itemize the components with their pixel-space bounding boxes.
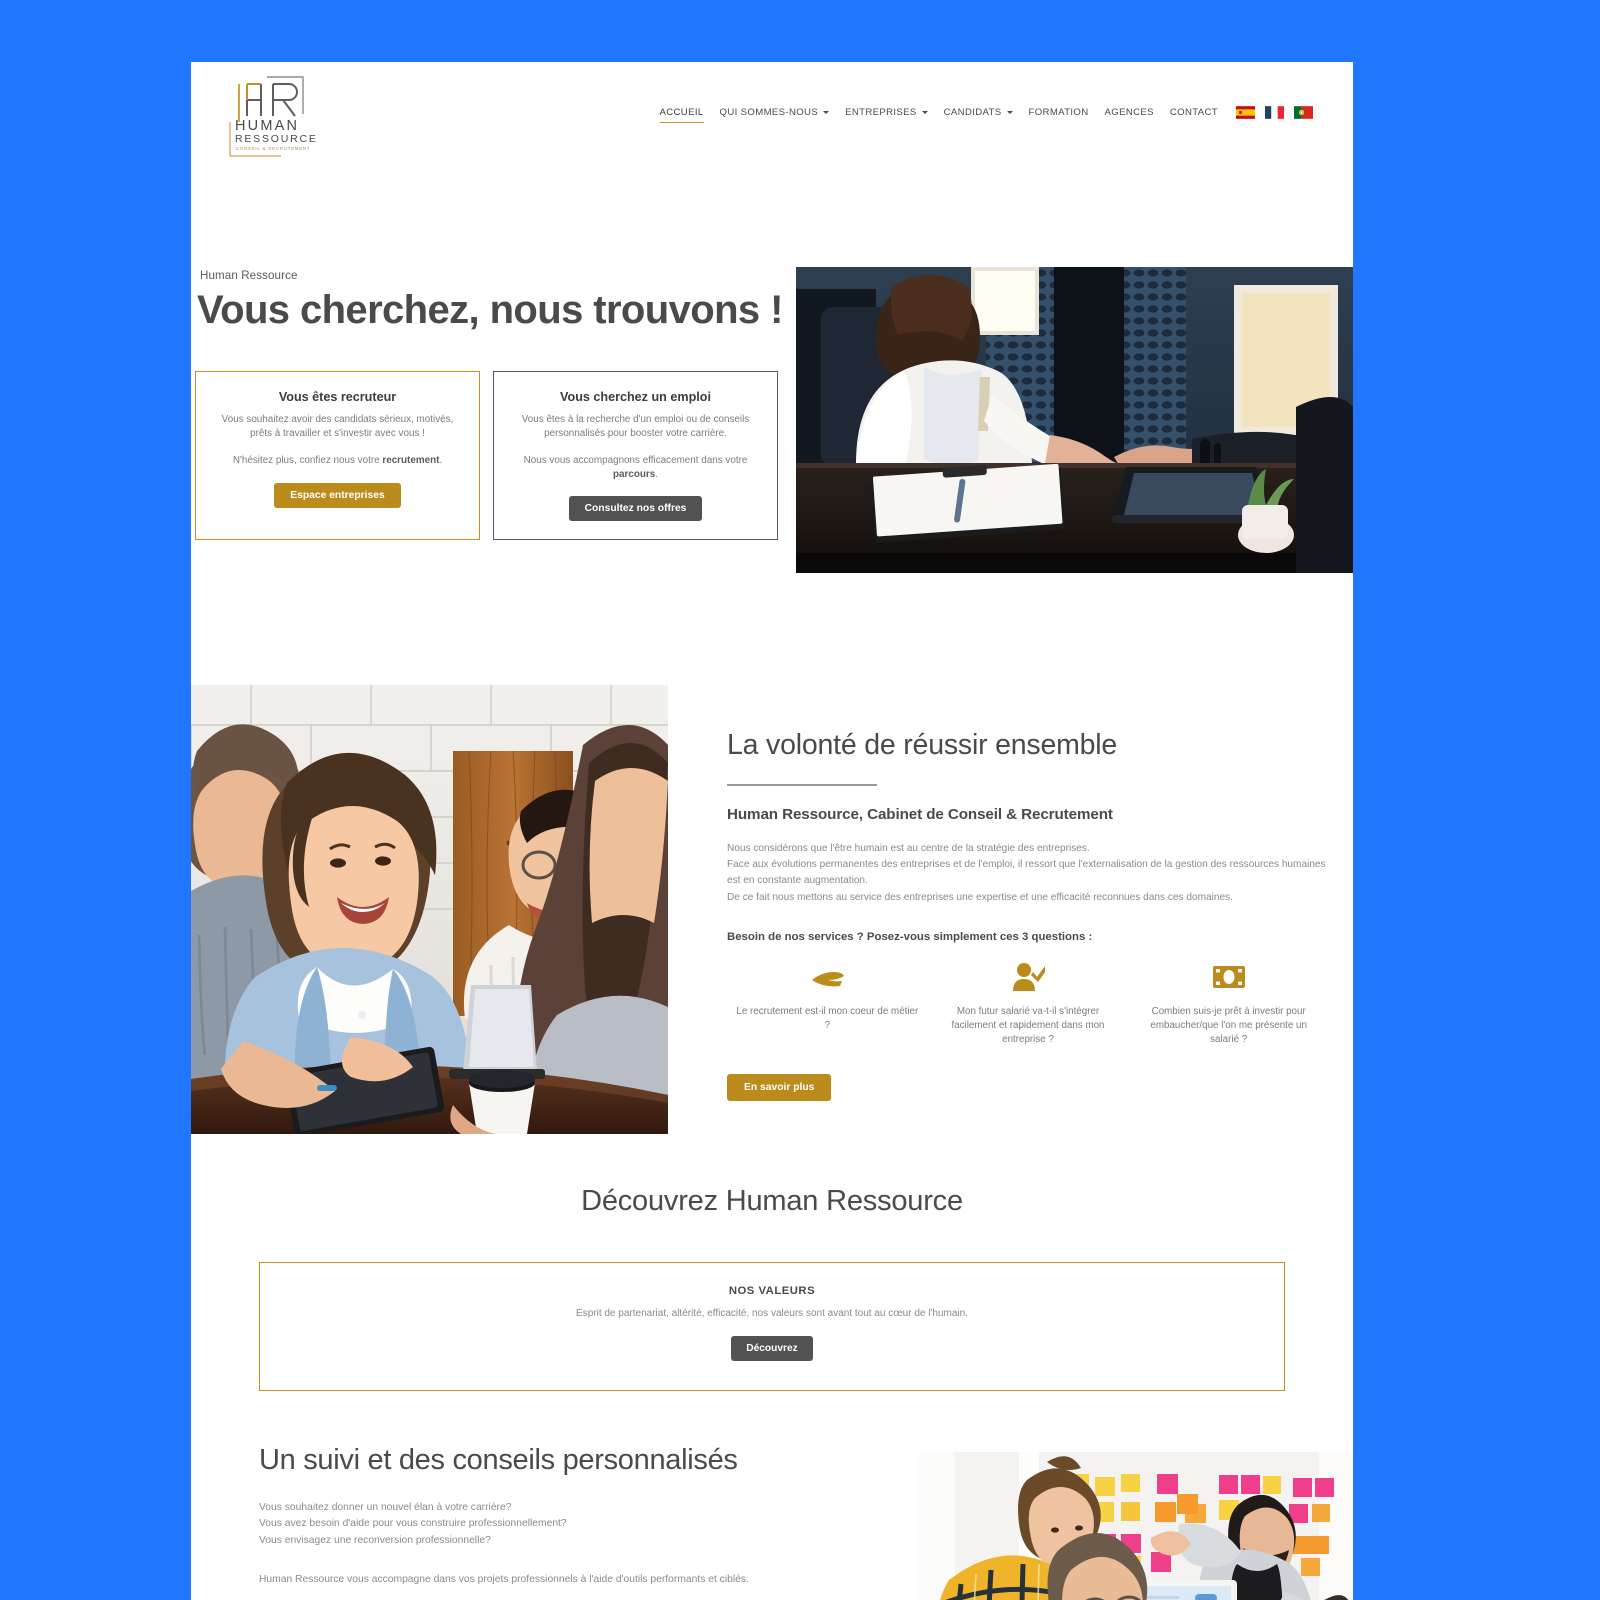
language-switcher — [1236, 106, 1313, 119]
followup-line-3: Vous envisagez une reconversion professi… — [259, 1534, 491, 1546]
nav-label: ENTREPRISES — [845, 107, 917, 118]
website-page: HUMAN RESSOURCE CONSEIL & RECRUTEMENT AC… — [191, 62, 1353, 1600]
card-jobseeker-p1: Vous êtes à la recherche d'un emploi ou … — [521, 414, 750, 440]
hero-eyebrow: Human Ressource — [200, 269, 298, 282]
en-savoir-plus-button[interactable]: En savoir plus — [727, 1073, 832, 1101]
nav-item-candidats[interactable]: CANDIDATS — [936, 101, 1021, 124]
questions-lead: Besoin de nos services ? Posez-vous simp… — [727, 930, 1093, 943]
question-text-2: Mon futur salarié va-t-il s'intégrer fac… — [951, 1005, 1105, 1046]
followup-section: Un suivi et des conseils personnalisés V… — [191, 1444, 1353, 1600]
page-title: Vous cherchez, nous trouvons ! — [197, 288, 783, 332]
about-text-block: La volonté de réussir ensemble Human Res… — [727, 681, 1329, 1101]
card-recruiter: Vous êtes recruteur Vous souhaitez avoir… — [195, 371, 480, 540]
card-recruiter-p2: N'hésitez plus, confiez nous votre recru… — [212, 454, 463, 468]
flag-portugal-icon[interactable] — [1294, 106, 1313, 119]
card-jobseeker-p2-after: . — [655, 469, 658, 481]
followup-heading: Un suivi et des conseils personnalisés — [259, 1444, 738, 1476]
nav-label: CANDIDATS — [943, 107, 1002, 118]
espace-entreprises-button[interactable]: Espace entreprises — [274, 483, 401, 509]
workshop-sticky-notes-photo — [919, 1452, 1353, 1600]
discover-section: Découvrez Human Ressource NOS VALEURS Es… — [191, 1159, 1353, 1391]
followup-lines: Vous souhaitez donner un nouvel élan à v… — [259, 1500, 819, 1549]
about-paragraph-line-1: Nous considérons que l'être humain est a… — [727, 842, 1090, 854]
question-text-1: Le recrutement est-il mon coeur de métie… — [736, 1005, 919, 1032]
nav-label: QUI SOMMES-NOUS — [719, 107, 819, 118]
nav-item-contact[interactable]: CONTACT — [1162, 101, 1226, 124]
about-paragraph: Nous considérons que l'être humain est a… — [727, 841, 1329, 906]
card-recruiter-title: Vous êtes recruteur — [278, 390, 397, 404]
card-jobseeker-title: Vous cherchez un emploi — [560, 390, 711, 404]
nav-item-entreprises[interactable]: ENTREPRISES — [837, 101, 936, 124]
money-bill-icon — [1136, 957, 1321, 997]
question-item-3: Combien suis-je prêt à investir pour emb… — [1128, 957, 1329, 1048]
site-header: HUMAN RESSOURCE CONSEIL & RECRUTEMENT AC… — [191, 62, 1353, 163]
user-check-icon — [936, 957, 1121, 997]
heading-rule — [727, 784, 877, 786]
followup-text-block: Un suivi et des conseils personnalisés V… — [259, 1444, 819, 1600]
site-logo[interactable]: HUMAN RESSOURCE CONSEIL & RECRUTEMENT — [223, 72, 319, 158]
consultez-nos-offres-button-hero[interactable]: Consultez nos offres — [568, 496, 703, 522]
card-recruiter-p1: Vous souhaitez avoir des candidats série… — [221, 414, 454, 440]
chevron-down-icon — [1006, 111, 1013, 114]
card-recruiter-p2-before: N'hésitez plus, confiez nous votre — [232, 455, 383, 467]
chevron-down-icon — [921, 111, 928, 114]
logo-corner-rule-icon — [229, 121, 281, 156]
hand-holding-icon — [735, 957, 920, 997]
nav-label: FORMATION — [1028, 107, 1089, 118]
about-paragraph-line-2: Face aux évolutions permanentes des entr… — [727, 858, 1326, 887]
main-navigation: ACCUEIL QUI SOMMES-NOUS ENTREPRISES CAND… — [652, 101, 1334, 124]
question-item-1: Le recrutement est-il mon coeur de métie… — [727, 957, 928, 1048]
chevron-down-icon — [823, 111, 830, 114]
about-paragraph-line-3: De ce fait nous mettons au service des e… — [727, 891, 1233, 903]
about-image — [191, 685, 668, 1134]
nav-item-formation[interactable]: FORMATION — [1021, 101, 1097, 124]
hero-image — [796, 267, 1353, 573]
card-recruiter-p2-after: . — [439, 455, 443, 467]
handshake-office-photo — [796, 267, 1353, 573]
about-section: La volonté de réussir ensemble Human Res… — [191, 681, 1353, 1159]
flag-spain-icon[interactable] — [1236, 106, 1255, 119]
decouvrez-button[interactable]: Découvrez — [731, 1336, 813, 1361]
followup-image — [919, 1452, 1353, 1600]
about-heading: La volonté de réussir ensemble — [727, 729, 1118, 761]
values-box: NOS VALEURS Esprit de partenariat, altér… — [259, 1262, 1285, 1391]
question-text-3: Combien suis-je prêt à investir pour emb… — [1150, 1005, 1307, 1046]
card-jobseeker: Vous cherchez un emploi Vous êtes à la r… — [493, 371, 778, 540]
discover-heading: Découvrez Human Ressource — [581, 1185, 963, 1217]
flag-france-icon[interactable] — [1265, 106, 1284, 119]
team-meeting-photo — [191, 685, 668, 1134]
card-recruiter-p2-bold: recrutement — [382, 455, 440, 467]
card-jobseeker-p2: Nous vous accompagnons efficacement dans… — [510, 454, 761, 482]
nav-item-accueil[interactable]: ACCUEIL — [652, 101, 712, 124]
hero-text-block: Human Ressource Vous cherchez, nous trou… — [191, 163, 811, 540]
followup-line-1: Vous souhaitez donner un nouvel élan à v… — [259, 1502, 512, 1513]
nav-label: AGENCES — [1104, 107, 1154, 118]
about-subheading: Human Ressource, Cabinet de Conseil & Re… — [727, 805, 1113, 823]
nav-item-agences[interactable]: AGENCES — [1097, 101, 1162, 124]
question-item-2: Mon futur salarié va-t-il s'intégrer fac… — [928, 957, 1129, 1048]
hero-section: Human Ressource Vous cherchez, nous trou… — [191, 163, 1353, 681]
nav-label: CONTACT — [1169, 107, 1218, 118]
followup-closing: Human Ressource vous accompagne dans vos… — [259, 1573, 749, 1585]
card-jobseeker-p2-bold: parcours — [612, 469, 656, 481]
hr-monogram-icon — [238, 75, 304, 122]
questions-row: Le recrutement est-il mon coeur de métie… — [727, 957, 1329, 1048]
values-text: Esprit de partenariat, altérité, efficac… — [576, 1308, 968, 1319]
values-title: NOS VALEURS — [728, 1285, 816, 1297]
followup-line-2: Vous avez besoin d'aide pour vous constr… — [259, 1518, 567, 1530]
hero-cards: Vous êtes recruteur Vous souhaitez avoir… — [195, 371, 811, 540]
nav-item-qui-sommes-nous[interactable]: QUI SOMMES-NOUS — [712, 101, 838, 124]
card-jobseeker-p2-before: Nous vous accompagnons efficacement dans… — [523, 455, 748, 467]
nav-label: ACCUEIL — [659, 107, 704, 118]
